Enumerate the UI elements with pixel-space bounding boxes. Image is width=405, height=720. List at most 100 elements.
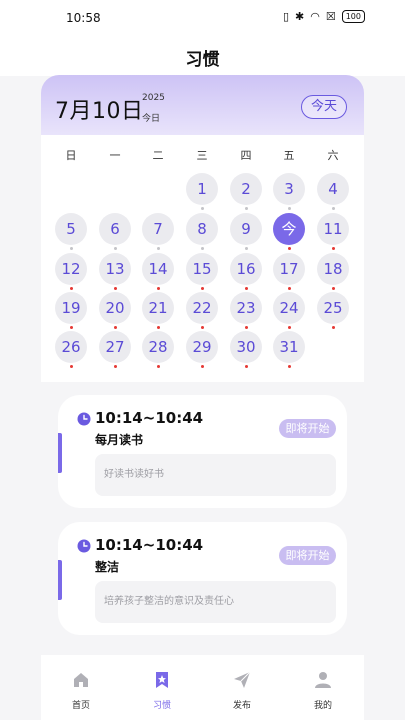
tab-label: 首页: [71, 701, 90, 711]
calendar-day[interactable]: 19: [55, 292, 87, 324]
day-indicator-dot: [244, 326, 248, 329]
calendar-day[interactable]: 11: [317, 213, 349, 245]
day-indicator-dot: [331, 326, 335, 329]
day-indicator-dot: [113, 326, 117, 329]
card-accent-bar: [58, 560, 62, 600]
tab-profile[interactable]: 我的: [293, 671, 353, 712]
day-indicator-dot: [113, 365, 117, 368]
calendar-day[interactable]: 8: [186, 213, 218, 245]
calendar-day[interactable]: 15: [186, 253, 218, 285]
day-indicator-dot: [287, 247, 291, 250]
selected-date: 7月10日: [55, 99, 144, 124]
calendar-grid: 日一二三四五六 1 2 3 4 5 6 7 8 9 今 11 12 13 14 15 16 17 18 19 20 21 2…: [41, 135, 364, 382]
calendar-day[interactable]: 26: [55, 331, 87, 363]
calendar-day[interactable]: 20: [99, 292, 131, 324]
sim-icon: ☒: [325, 10, 336, 23]
day-indicator-dot: [331, 207, 335, 210]
weekday-label: 日: [65, 149, 77, 162]
day-indicator-dot: [156, 247, 160, 250]
calendar-day[interactable]: 24: [273, 292, 305, 324]
calendar-day[interactable]: 13: [99, 253, 131, 285]
tab-publish[interactable]: 发布: [212, 671, 272, 712]
calendar-day[interactable]: 2: [230, 173, 262, 205]
day-indicator-dot: [244, 365, 248, 368]
habit-name: 每月读书: [95, 433, 144, 447]
calendar-day[interactable]: 5: [55, 213, 87, 245]
calendar-day[interactable]: 29: [186, 331, 218, 363]
habit-card[interactable]: 10:14~10:44 整洁 即将开始 培养孩子整洁的意识及责任心: [58, 522, 347, 635]
habit-name: 整洁: [95, 560, 120, 574]
calendar-day[interactable]: 16: [230, 253, 262, 285]
day-indicator-dot: [331, 247, 335, 250]
calendar-day[interactable]: 17: [273, 253, 305, 285]
weekday-label: 六: [327, 149, 339, 162]
bookmark-star-icon: [156, 672, 168, 688]
weekday-label: 一: [109, 149, 121, 162]
weekday-label: 二: [152, 149, 164, 162]
tab-bar: 首页 习惯 发布 我的: [41, 655, 364, 720]
calendar-day-today[interactable]: 今: [273, 213, 305, 245]
day-indicator-dot: [156, 287, 160, 290]
day-indicator-dot: [200, 365, 204, 368]
day-indicator-dot: [156, 365, 160, 368]
day-indicator-dot: [287, 287, 291, 290]
habit-card[interactable]: 10:14~10:44 每月读书 即将开始 好读书读好书: [58, 395, 347, 508]
day-indicator-dot: [69, 247, 73, 250]
calendar-day[interactable]: 4: [317, 173, 349, 205]
calendar-day[interactable]: 28: [142, 331, 174, 363]
calendar-day[interactable]: 27: [99, 331, 131, 363]
habit-description: 培养孩子整洁的意识及责任心: [95, 581, 336, 623]
paper-plane-icon: [234, 671, 251, 688]
status-icons: ▯ ✱ ◠ ☒ 100: [283, 10, 365, 23]
day-indicator-dot: [69, 287, 73, 290]
day-indicator-dot: [287, 326, 291, 329]
person-icon: [315, 672, 331, 688]
calendar-day[interactable]: 3: [273, 173, 305, 205]
calendar-day[interactable]: 22: [186, 292, 218, 324]
calendar-day[interactable]: 21: [142, 292, 174, 324]
day-indicator-dot: [331, 287, 335, 290]
status-time: 10:58: [66, 11, 101, 25]
card-accent-bar: [58, 433, 62, 473]
day-indicator-dot: [69, 365, 73, 368]
day-indicator-dot: [244, 287, 248, 290]
tab-home[interactable]: 首页: [51, 671, 111, 712]
habit-time: 10:14~10:44: [95, 536, 204, 554]
calendar-day[interactable]: 30: [230, 331, 262, 363]
clock-icon: [77, 412, 91, 426]
battery-icon: 100: [341, 10, 365, 23]
day-indicator-dot: [200, 247, 204, 250]
calendar-day[interactable]: 1: [186, 173, 218, 205]
day-indicator-dot: [69, 326, 73, 329]
today-label: 今日: [142, 114, 161, 124]
today-button[interactable]: 今天: [301, 95, 347, 119]
status-badge: 即将开始: [279, 546, 336, 565]
calendar-day[interactable]: 25: [317, 292, 349, 324]
tab-label: 习惯: [152, 701, 171, 711]
day-indicator-dot: [200, 326, 204, 329]
day-indicator-dot: [156, 326, 160, 329]
calendar-day[interactable]: 12: [55, 253, 87, 285]
tab-habits[interactable]: 习惯: [132, 671, 192, 712]
calendar-day[interactable]: 9: [230, 213, 262, 245]
status-bar: 10:58 ▯ ✱ ◠ ☒ 100: [0, 0, 405, 36]
day-indicator-dot: [113, 247, 117, 250]
home-icon: [74, 673, 88, 687]
day-indicator-dot: [113, 287, 117, 290]
nav-bar: 习惯: [0, 36, 405, 76]
calendar-day[interactable]: 23: [230, 292, 262, 324]
calendar-day[interactable]: 7: [142, 213, 174, 245]
day-indicator-dot: [244, 247, 248, 250]
calendar-header: 7月10日 2025 今日 今天: [41, 75, 364, 135]
day-indicator-dot: [200, 207, 204, 210]
habit-time: 10:14~10:44: [95, 409, 204, 427]
calendar-day[interactable]: 6: [99, 213, 131, 245]
day-indicator-dot: [287, 207, 291, 210]
weekday-label: 三: [196, 149, 208, 162]
calendar-day[interactable]: 18: [317, 253, 349, 285]
day-indicator-dot: [287, 365, 291, 368]
calendar-day[interactable]: 31: [273, 331, 305, 363]
weekday-label: 四: [240, 149, 252, 162]
calendar-day[interactable]: 14: [142, 253, 174, 285]
status-badge: 即将开始: [279, 419, 336, 438]
